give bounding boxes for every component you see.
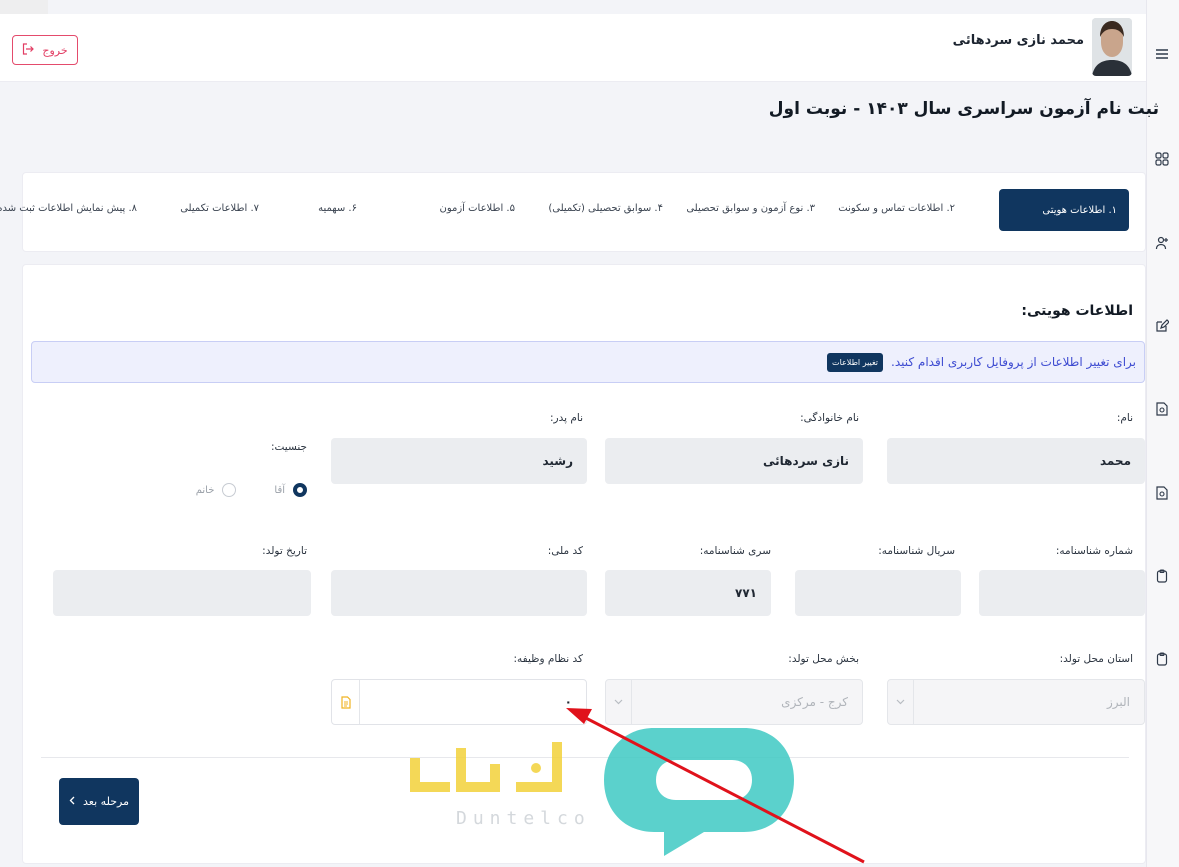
birth-district-label: بخش محل تولد: xyxy=(788,653,859,665)
birth-province-label: استان محل تولد: xyxy=(1059,653,1133,665)
id-series-field: ۷۷۱ xyxy=(605,570,771,616)
step-quota[interactable]: ۶. سهمیه xyxy=(318,203,357,214)
document-icon[interactable] xyxy=(1153,400,1171,418)
birth-date-field xyxy=(53,570,311,616)
national-code-label: کد ملی: xyxy=(547,545,583,557)
steps-bar: ۱. اطلاعات هویتی ۲. اطلاعات تماس و سکونت… xyxy=(0,172,1146,252)
section-title: اطلاعات هویتی: xyxy=(1021,303,1133,319)
clipboard-list-icon[interactable] xyxy=(1153,650,1171,668)
dashboard-icon[interactable] xyxy=(1153,150,1171,168)
id-number-field xyxy=(979,570,1145,616)
chevron-down-icon xyxy=(614,680,632,724)
clipboard-icon[interactable] xyxy=(1153,567,1171,585)
first-name-label: نام: xyxy=(1116,412,1133,424)
military-code-value: ۰ xyxy=(564,695,572,709)
notice-banner: برای تغییر اطلاعات از پروفایل کاربری اقد… xyxy=(31,341,1145,383)
next-step-label: مرحله بعد xyxy=(83,795,129,808)
chevron-down-icon xyxy=(896,680,914,724)
last-name-label: نام خانوادگی: xyxy=(800,412,859,424)
page-title: ثبت نام آزمون سراسری سال ۱۴۰۳ - نوبت اول xyxy=(768,99,1159,119)
id-serial-label: سریال شناسنامه: xyxy=(878,545,955,557)
step-contact[interactable]: ۲. اطلاعات تماس و سکونت xyxy=(838,203,955,214)
birth-province-select[interactable]: البرز xyxy=(887,679,1145,725)
report-icon[interactable] xyxy=(1153,484,1171,502)
id-number-label: شماره شناسنامه: xyxy=(1055,545,1133,557)
logout-button[interactable]: خروج xyxy=(12,35,78,65)
national-code-field xyxy=(331,570,587,616)
change-info-button[interactable]: تغییر اطلاعات xyxy=(827,352,884,372)
birth-district-select[interactable]: کرج - مرکزی xyxy=(605,679,863,725)
document-note-icon[interactable] xyxy=(332,680,360,724)
chevron-left-icon xyxy=(69,795,75,808)
step-exam-type[interactable]: ۳. نوع آزمون و سوابق تحصیلی xyxy=(686,203,815,214)
edit-icon[interactable] xyxy=(1153,317,1171,335)
add-user-icon[interactable] xyxy=(1153,234,1171,252)
watermark-text: Duntelco xyxy=(456,808,591,829)
identity-form-panel: اطلاعات هویتی: برای تغییر اطلاعات از پرو… xyxy=(22,264,1146,864)
birth-district-value: کرج - مرکزی xyxy=(781,695,848,709)
step-extra-info[interactable]: ۷. اطلاعات تکمیلی xyxy=(180,203,259,214)
military-code-label: کد نظام وظیفه: xyxy=(513,653,584,665)
gender-male-label: آقا xyxy=(274,484,285,496)
user-name: محمد نازی سردهائی xyxy=(952,33,1084,48)
step-education[interactable]: ۴. سوابق تحصیلی (تکمیلی) xyxy=(548,203,663,214)
logout-icon xyxy=(22,42,35,58)
side-rail xyxy=(1146,0,1179,867)
next-step-button[interactable]: مرحله بعد xyxy=(59,778,139,825)
gender-options: آقا خانم xyxy=(196,483,307,497)
avatar[interactable] xyxy=(1092,18,1132,76)
logout-label: خروج xyxy=(42,43,68,57)
top-corner-block xyxy=(0,0,48,14)
military-code-input[interactable]: ۰ xyxy=(331,679,587,725)
step-preview[interactable]: ۸. پیش نمایش اطلاعات ثبت شده xyxy=(0,203,137,214)
id-serial-field xyxy=(795,570,961,616)
id-series-label: سری شناسنامه: xyxy=(699,545,771,557)
step-identity[interactable]: ۱. اطلاعات هویتی xyxy=(999,189,1129,231)
divider xyxy=(41,757,1129,758)
gender-female-label: خانم xyxy=(195,484,215,496)
menu-icon[interactable] xyxy=(1153,45,1171,63)
father-name-label: نام پدر: xyxy=(549,412,583,424)
father-name-field: رشید xyxy=(331,438,587,484)
first-name-field: محمد xyxy=(887,438,1145,484)
birth-province-value: البرز xyxy=(1106,695,1130,709)
gender-female-radio[interactable] xyxy=(222,483,237,497)
gender-label: جنسیت: xyxy=(270,441,307,453)
top-header: خروج محمد نازی سردهائی xyxy=(0,14,1146,82)
last-name-field: نازی سردهائی xyxy=(605,438,863,484)
birth-date-label: تاریخ تولد: xyxy=(262,545,307,557)
gender-male-radio[interactable] xyxy=(293,483,307,497)
step-exam-info[interactable]: ۵. اطلاعات آزمون xyxy=(439,203,515,214)
notice-text: برای تغییر اطلاعات از پروفایل کاربری اقد… xyxy=(891,355,1136,369)
